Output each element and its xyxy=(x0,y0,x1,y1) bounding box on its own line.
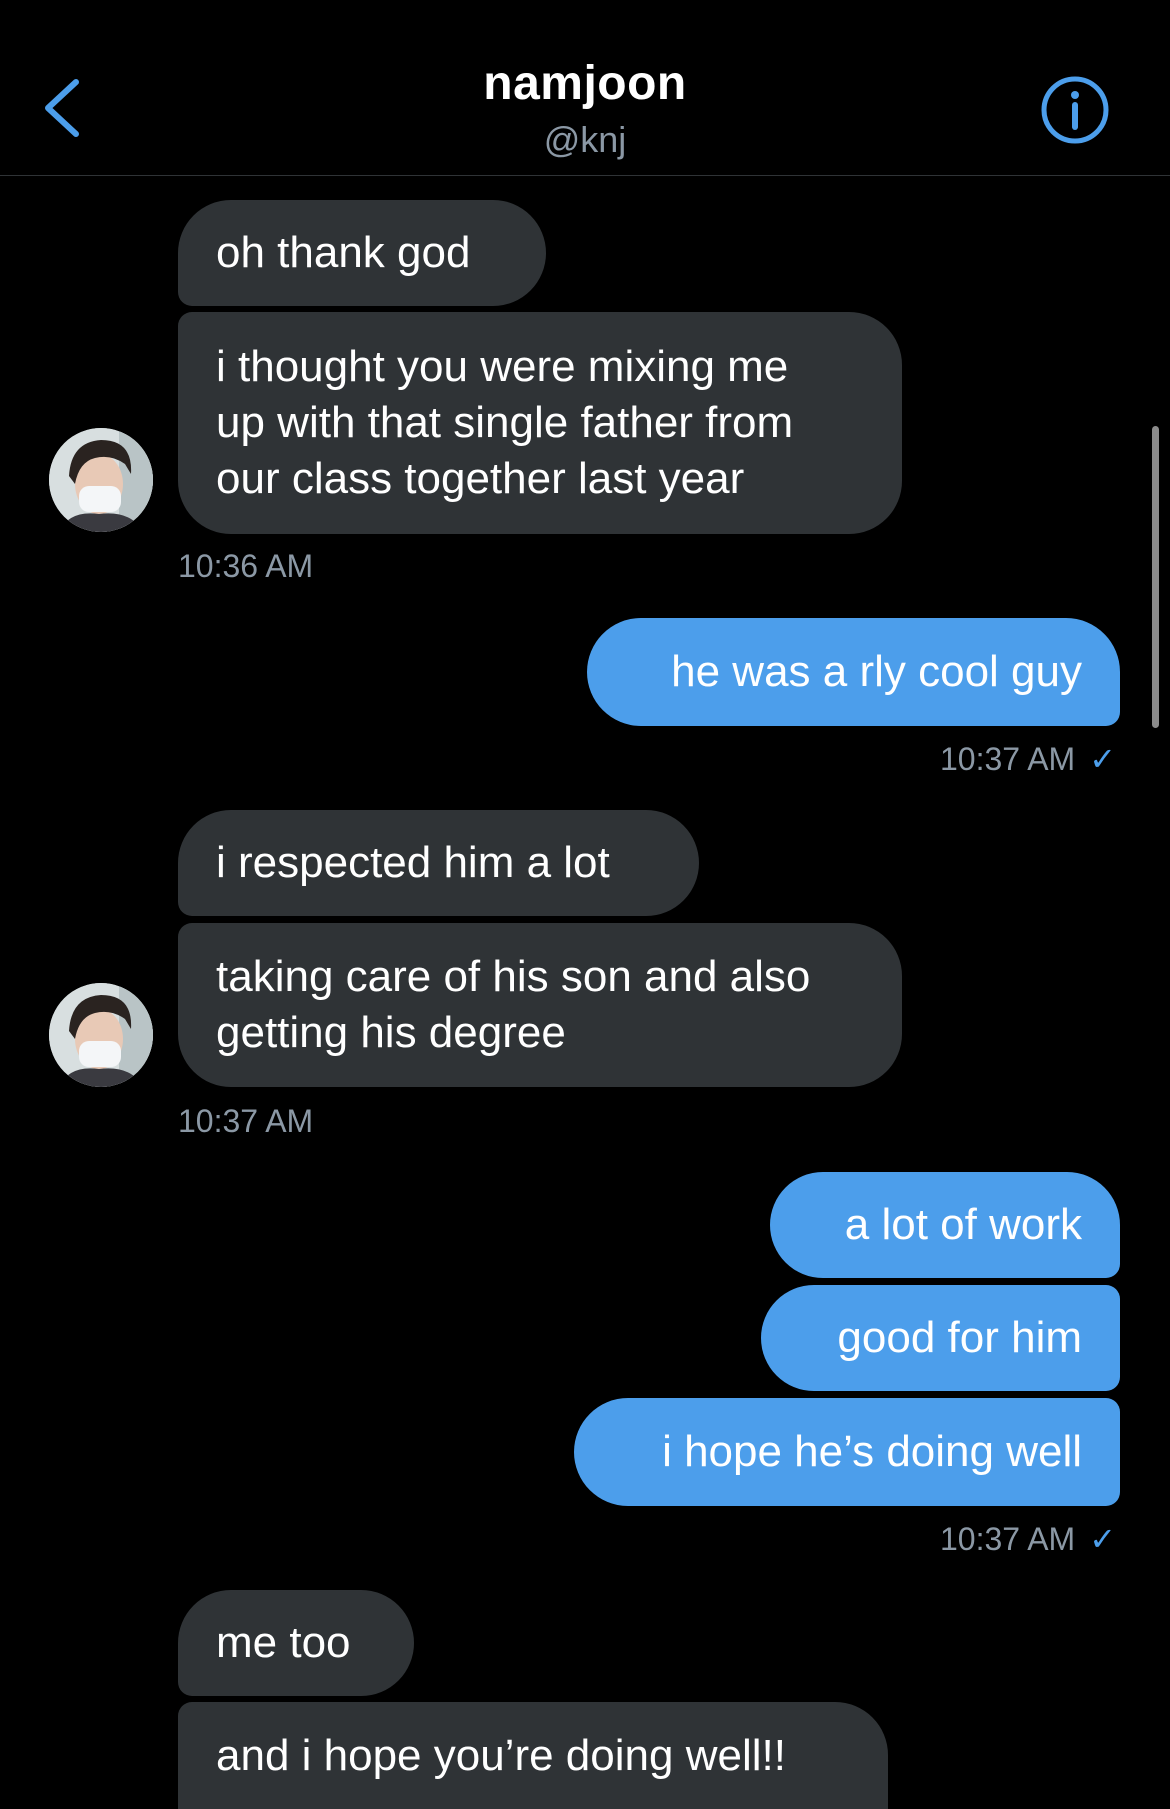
info-circle-icon xyxy=(1041,76,1109,144)
timestamp: 10:37 AM xyxy=(178,1103,314,1139)
timestamp: 10:36 AM xyxy=(178,548,314,584)
avatar-image xyxy=(49,428,153,532)
sent-message[interactable]: i hope he’s doing well xyxy=(574,1398,1120,1506)
received-message[interactable]: taking care of his son and also getting … xyxy=(178,923,902,1087)
timestamp: 10:37 AM ✓ xyxy=(800,740,1116,778)
scrollbar[interactable] xyxy=(1152,426,1159,728)
sent-message[interactable]: a lot of work xyxy=(770,1172,1120,1278)
timestamp-text: 10:37 AM xyxy=(939,1521,1076,1557)
message-text: and i hope you’re doing well!! xyxy=(216,1730,786,1780)
received-message[interactable]: i thought you were mixing me up with tha… xyxy=(178,312,902,534)
checkmark-icon: ✓ xyxy=(1089,741,1116,777)
timestamp: 10:37 AM ✓ xyxy=(800,1520,1116,1558)
sent-message[interactable]: he was a rly cool guy xyxy=(587,618,1120,726)
checkmark-icon: ✓ xyxy=(1089,1521,1116,1557)
avatar[interactable] xyxy=(49,983,153,1087)
message-text: taking care of his son and also xyxy=(216,952,811,1001)
message-text: up with that single father from xyxy=(216,398,794,447)
received-message[interactable]: oh thank god xyxy=(178,200,546,306)
avatar-image xyxy=(49,983,153,1087)
message-text: a lot of work xyxy=(844,1200,1082,1249)
message-text: he was a rly cool guy xyxy=(671,647,1082,696)
info-button[interactable] xyxy=(1040,75,1110,145)
message-text: me too xyxy=(216,1618,351,1667)
message-text: good for him xyxy=(837,1313,1082,1362)
conversation-handle: @knj xyxy=(543,119,627,160)
sent-message[interactable]: good for him xyxy=(761,1285,1120,1391)
received-message[interactable]: me too xyxy=(178,1590,414,1696)
message-text: oh thank god xyxy=(216,228,471,277)
received-message[interactable]: i respected him a lot xyxy=(178,810,699,916)
timestamp-text: 10:37 AM xyxy=(939,741,1076,777)
received-message[interactable]: and i hope you’re doing well!! xyxy=(178,1702,888,1809)
conversation-title[interactable]: namjoon xyxy=(0,56,1170,111)
message-text: i thought you were mixing me xyxy=(216,342,789,391)
message-text: getting his degree xyxy=(216,1008,566,1057)
message-text: i respected him a lot xyxy=(216,838,610,887)
message-text: i hope he’s doing well xyxy=(662,1427,1082,1476)
conversation-header: namjoon @knj xyxy=(0,0,1170,176)
avatar[interactable] xyxy=(49,428,153,532)
message-text: our class together last year xyxy=(216,454,745,503)
